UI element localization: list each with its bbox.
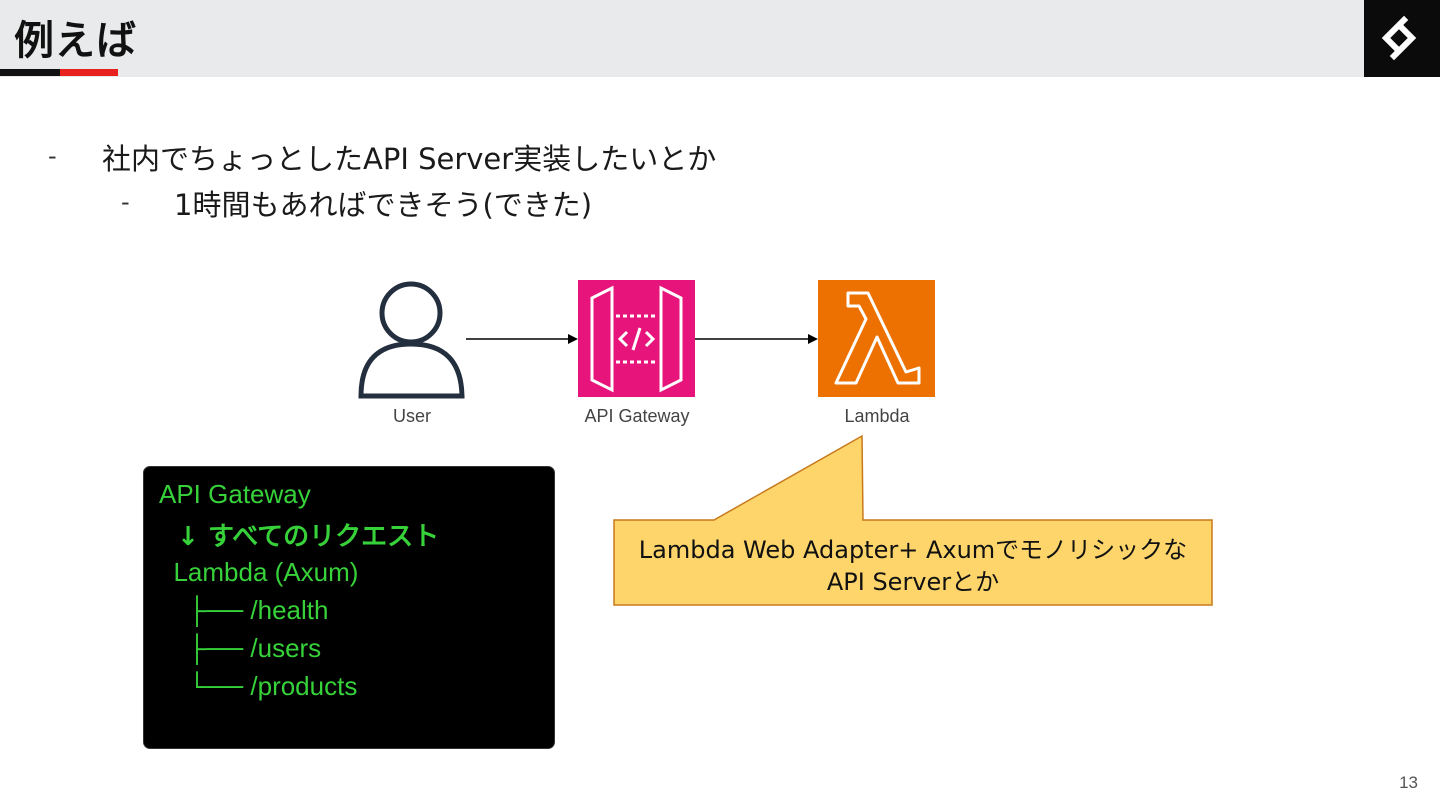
callout-text: Lambda Web Adapter+ Axumでモノリシックな API Ser… bbox=[614, 534, 1212, 598]
arrow-user-to-apigateway bbox=[466, 334, 578, 344]
terminal-line: API Gateway bbox=[159, 479, 311, 509]
user-icon bbox=[358, 281, 465, 399]
node-label-user: User bbox=[392, 406, 431, 426]
arrow-apigateway-to-lambda bbox=[695, 334, 818, 344]
terminal-line: ├── /users bbox=[159, 633, 322, 663]
callout-line-2: API Serverとか bbox=[826, 568, 1000, 596]
page-number: 13 bbox=[1399, 773, 1418, 792]
terminal-line: ├── /health bbox=[159, 595, 329, 625]
lambda-icon bbox=[818, 280, 935, 397]
terminal-line: └── /products bbox=[159, 671, 358, 701]
callout-line-1: Lambda Web Adapter+ Axumでモノリシックな bbox=[638, 536, 1188, 564]
node-label-lambda: Lambda bbox=[844, 406, 910, 426]
terminal-box: API Gateway ↓ すべてのリクエスト Lambda (Axum) ├─… bbox=[143, 466, 555, 749]
api-gateway-icon bbox=[578, 280, 695, 397]
terminal-line: ↓ すべてのリクエスト bbox=[159, 522, 440, 552]
node-label-api-gateway: API Gateway bbox=[584, 406, 690, 426]
terminal-line: Lambda (Axum) bbox=[159, 557, 359, 587]
